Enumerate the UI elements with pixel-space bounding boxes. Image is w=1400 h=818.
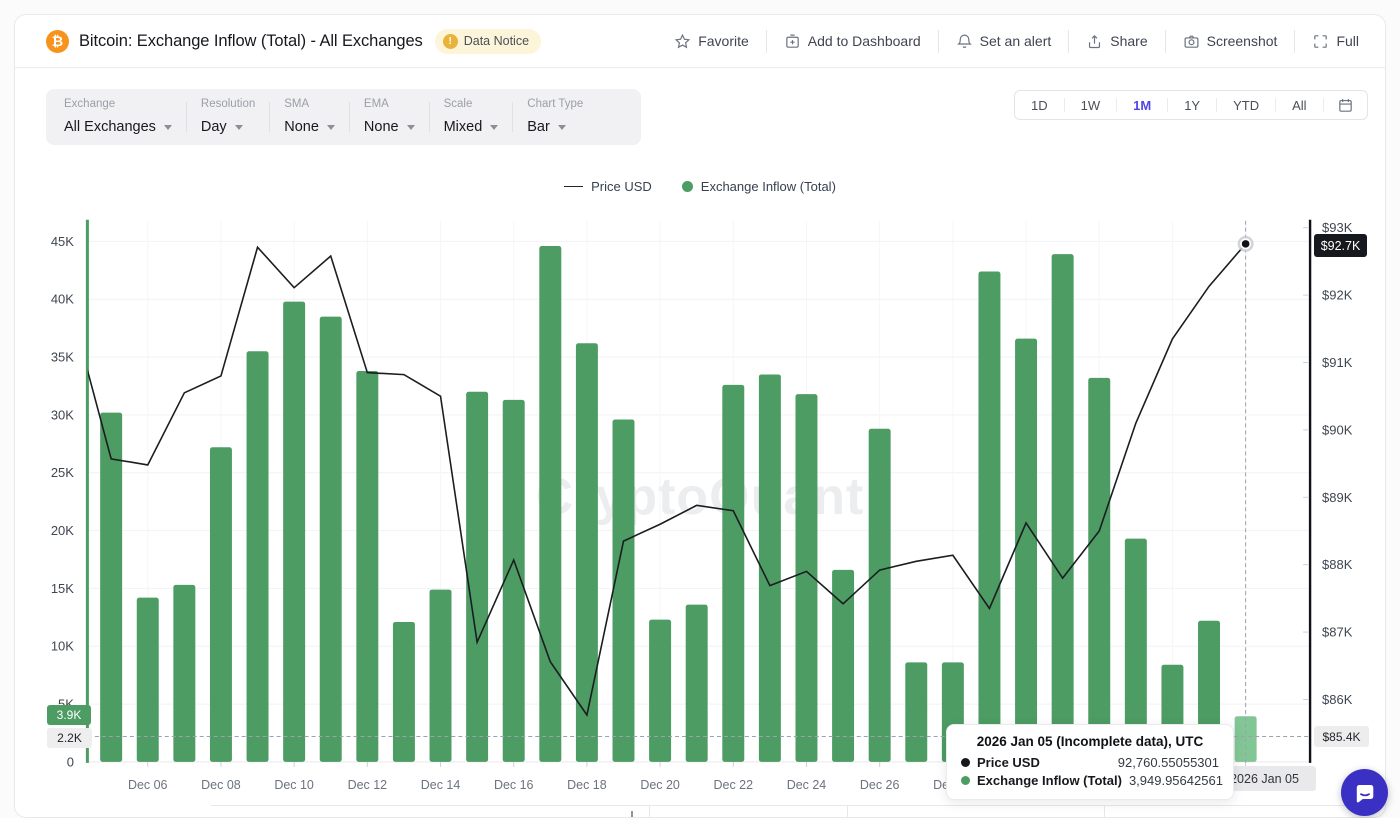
svg-text:Dec 22: Dec 22 bbox=[714, 778, 754, 792]
price-dot-icon bbox=[961, 758, 970, 767]
tooltip-row-price: Price USD 92,760.55055301 bbox=[961, 755, 1219, 770]
svg-text:$93K: $93K bbox=[1322, 220, 1353, 235]
crosshair-price-badge: $85.4K bbox=[1314, 726, 1369, 747]
svg-text:$92K: $92K bbox=[1322, 288, 1353, 303]
svg-text:Dec 08: Dec 08 bbox=[201, 778, 241, 792]
svg-text:Dec 06: Dec 06 bbox=[128, 778, 168, 792]
svg-text:$90K: $90K bbox=[1322, 422, 1353, 437]
current-price-badge: $92.7K bbox=[1314, 234, 1367, 257]
tooltip-row-inflow: Exchange Inflow (Total) 3,949.95642561 bbox=[961, 773, 1219, 788]
svg-text:$89K: $89K bbox=[1322, 490, 1353, 505]
svg-text:15K: 15K bbox=[51, 581, 74, 596]
crosshair-inflow-badge: 2.2K bbox=[47, 728, 92, 748]
svg-text:20K: 20K bbox=[51, 523, 74, 538]
svg-text:$88K: $88K bbox=[1322, 557, 1353, 572]
chart-card: ₿ Bitcoin: Exchange Inflow (Total) - All… bbox=[14, 14, 1386, 818]
inflow-dot-icon bbox=[961, 776, 970, 785]
svg-text:45K: 45K bbox=[51, 234, 74, 249]
svg-text:Dec 26: Dec 26 bbox=[860, 778, 900, 792]
svg-text:$87K: $87K bbox=[1322, 625, 1353, 640]
navigator-border bbox=[211, 805, 1377, 806]
chart-tooltip: 2026 Jan 05 (Incomplete data), UTC Price… bbox=[946, 724, 1234, 800]
current-inflow-badge: 3.9K bbox=[47, 705, 91, 725]
navigator-divider bbox=[649, 806, 650, 817]
svg-text:Dec 14: Dec 14 bbox=[421, 778, 461, 792]
chat-bubble-icon bbox=[1353, 781, 1377, 805]
svg-text:Dec 10: Dec 10 bbox=[274, 778, 314, 792]
svg-text:30K: 30K bbox=[51, 407, 74, 422]
svg-text:Dec 18: Dec 18 bbox=[567, 778, 607, 792]
navigator-tick bbox=[631, 811, 633, 817]
svg-text:35K: 35K bbox=[51, 350, 74, 365]
svg-text:Dec 20: Dec 20 bbox=[640, 778, 680, 792]
svg-text:Dec 24: Dec 24 bbox=[787, 778, 827, 792]
chart-canvas[interactable]: 05K10K15K20K25K30K35K40K45K$86K$87K$88K$… bbox=[15, 15, 1385, 818]
time-navigator[interactable] bbox=[15, 805, 1385, 817]
tooltip-title: 2026 Jan 05 (Incomplete data), UTC bbox=[961, 734, 1219, 749]
svg-text:0: 0 bbox=[67, 754, 74, 769]
svg-text:$86K: $86K bbox=[1322, 692, 1353, 707]
svg-text:Dec 16: Dec 16 bbox=[494, 778, 534, 792]
svg-text:10K: 10K bbox=[51, 639, 74, 654]
svg-text:25K: 25K bbox=[51, 465, 74, 480]
navigator-divider bbox=[847, 806, 848, 817]
svg-text:$91K: $91K bbox=[1322, 355, 1353, 370]
navigator-divider bbox=[1104, 806, 1105, 817]
svg-text:40K: 40K bbox=[51, 292, 74, 307]
chat-launcher-button[interactable] bbox=[1341, 769, 1388, 816]
svg-text:Dec 12: Dec 12 bbox=[348, 778, 388, 792]
